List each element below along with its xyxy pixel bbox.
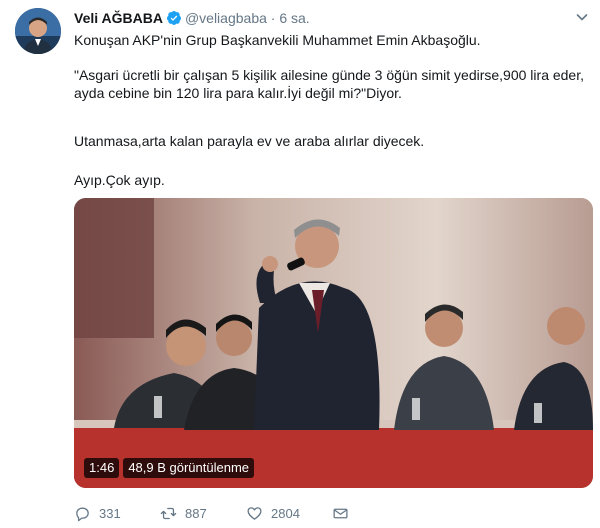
like-button[interactable]: 2804 <box>246 505 332 522</box>
tweet-actions: 331 887 2804 <box>74 505 362 522</box>
retweet-count: 887 <box>185 506 207 521</box>
retweet-button[interactable]: 887 <box>160 505 246 522</box>
video-views: 48,9 B görüntülenme <box>123 458 255 478</box>
tweet-paragraph: Ayıp.Çok ayıp. <box>74 172 165 188</box>
author-handle[interactable]: @veliagbaba <box>185 10 267 26</box>
direct-message-button[interactable] <box>332 505 362 522</box>
reply-count: 331 <box>99 506 121 521</box>
separator-dot: · <box>270 10 276 26</box>
tweet-paragraph: Utanmasa,arta kalan parayla ev ve araba … <box>74 133 425 149</box>
heart-icon <box>247 507 262 520</box>
tweet-time[interactable]: 6 sa. <box>279 10 309 26</box>
envelope-icon <box>333 508 348 519</box>
verified-badge-icon <box>166 10 182 30</box>
author-name[interactable]: Veli AĞBABA <box>74 10 163 26</box>
tweet-paragraph: "Asgari ücretli bir çalışan 5 kişilik ai… <box>74 67 585 101</box>
reply-button[interactable]: 331 <box>74 505 160 522</box>
video-duration: 1:46 <box>84 458 120 478</box>
avatar[interactable] <box>15 8 61 54</box>
like-count: 2804 <box>271 506 300 521</box>
tweet-header: Veli AĞBABA @veliagbaba · 6 sa. <box>74 9 310 30</box>
retweet-icon <box>160 507 177 520</box>
video-player[interactable]: 1:46 48,9 B görüntülenme <box>74 198 593 488</box>
chevron-down-icon[interactable] <box>574 9 590 25</box>
reply-icon <box>76 507 89 522</box>
video-badges: 1:46 48,9 B görüntülenme <box>84 458 255 478</box>
tweet-paragraph: Konuşan AKP'nin Grup Başkanvekili Muhamm… <box>74 32 481 48</box>
video-thumbnail <box>74 198 593 488</box>
